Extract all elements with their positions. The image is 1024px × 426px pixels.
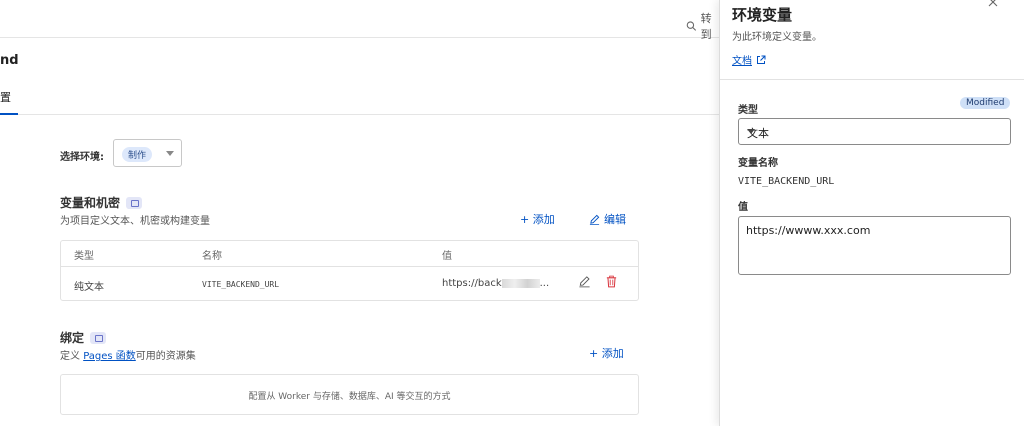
column-header-type: 类型 [74, 251, 94, 262]
bindings-title: 绑定 [60, 329, 107, 346]
tab-settings[interactable]: 置 [0, 86, 18, 115]
value-textarea[interactable]: https://wwww.xxx.com [738, 216, 1011, 275]
add-binding-button[interactable]: + 添加 [589, 345, 624, 361]
environment-variable-panel: 环境变量 为此环境定义变量。 文档 类型 Modified 文本 变量名称 VI… [719, 0, 1024, 426]
environment-pill: 制作 [122, 147, 153, 162]
pages-functions-link[interactable]: Pages 函数 [83, 351, 136, 362]
chevron-down-icon [166, 151, 174, 156]
row-type: 纯文本 [74, 282, 104, 293]
pencil-icon [589, 214, 600, 225]
bindings-title-text: 绑定 [60, 331, 85, 345]
modified-badge: Modified [960, 97, 1011, 109]
edit-variables-label: 编辑 [604, 213, 626, 226]
panel-title: 环境变量 [732, 6, 793, 24]
variable-name-value: VITE_BACKEND_URL [738, 176, 835, 187]
chevron-down-icon [747, 129, 755, 134]
search-button[interactable]: 转到 [686, 10, 720, 42]
edit-variables-button[interactable]: 编辑 [589, 211, 626, 227]
docs-link[interactable]: 文档 [732, 52, 766, 67]
docs-badge-icon[interactable] [90, 331, 107, 344]
column-header-value: 值 [442, 251, 452, 262]
add-binding-label: + 添加 [589, 347, 624, 360]
variables-title: 变量和机密 [60, 194, 143, 211]
table-header: 类型 名称 值 [61, 241, 638, 267]
type-label: 类型 [738, 105, 758, 116]
row-name: VITE_BACKEND_URL [202, 280, 280, 289]
variables-title-text: 变量和机密 [60, 196, 121, 210]
add-variable-label: + 添加 [520, 213, 555, 226]
column-header-name: 名称 [202, 251, 222, 262]
redacted-value [501, 278, 540, 288]
top-bar: 转到 [0, 0, 720, 41]
external-link-icon [757, 55, 766, 64]
project-title: nd [0, 53, 19, 68]
type-select[interactable]: 文本 [738, 118, 1011, 145]
bindings-subtitle-suffix: 可用的资源集 [135, 351, 196, 362]
bindings-subtitle-prefix: 定义 [60, 351, 84, 362]
variables-table: 类型 名称 值 纯文本 VITE_BACKEND_URL https://bac… [60, 240, 639, 301]
add-variable-button[interactable]: + 添加 [520, 211, 555, 227]
variables-subtitle: 为项目定义文本、机密或构建变量 [60, 216, 210, 227]
panel-header: 环境变量 为此环境定义变量。 文档 [720, 0, 1024, 80]
bindings-subtitle: 定义 Pages 函数可用的资源集 [60, 347, 196, 362]
trash-icon[interactable] [605, 275, 618, 288]
docs-link-label: 文档 [732, 56, 752, 67]
close-icon[interactable] [987, 0, 999, 8]
variable-name-label: 变量名称 [738, 158, 778, 169]
panel-subtitle: 为此环境定义变量。 [732, 32, 822, 43]
main-content: 转到 nd 置 选择环境: 制作 变量和机密 为项目定义文本、机密或构建变量 +… [0, 0, 720, 426]
row-actions [578, 275, 618, 288]
tab-bar: 置 [0, 86, 720, 115]
edit-row-icon[interactable] [578, 275, 591, 288]
row-value-suffix: ... [539, 278, 550, 289]
search-label: 转到 [700, 12, 712, 41]
environment-label: 选择环境: [60, 152, 104, 163]
row-value-prefix: https://back [442, 278, 502, 289]
row-value: https://back... [442, 276, 549, 289]
environment-select[interactable]: 制作 [113, 139, 182, 167]
bindings-empty-state: 配置从 Worker 与存储、数据库、AI 等交互的方式 [60, 374, 639, 415]
value-label: 值 [738, 202, 748, 213]
docs-badge-icon[interactable] [126, 196, 143, 209]
search-icon [686, 21, 697, 31]
